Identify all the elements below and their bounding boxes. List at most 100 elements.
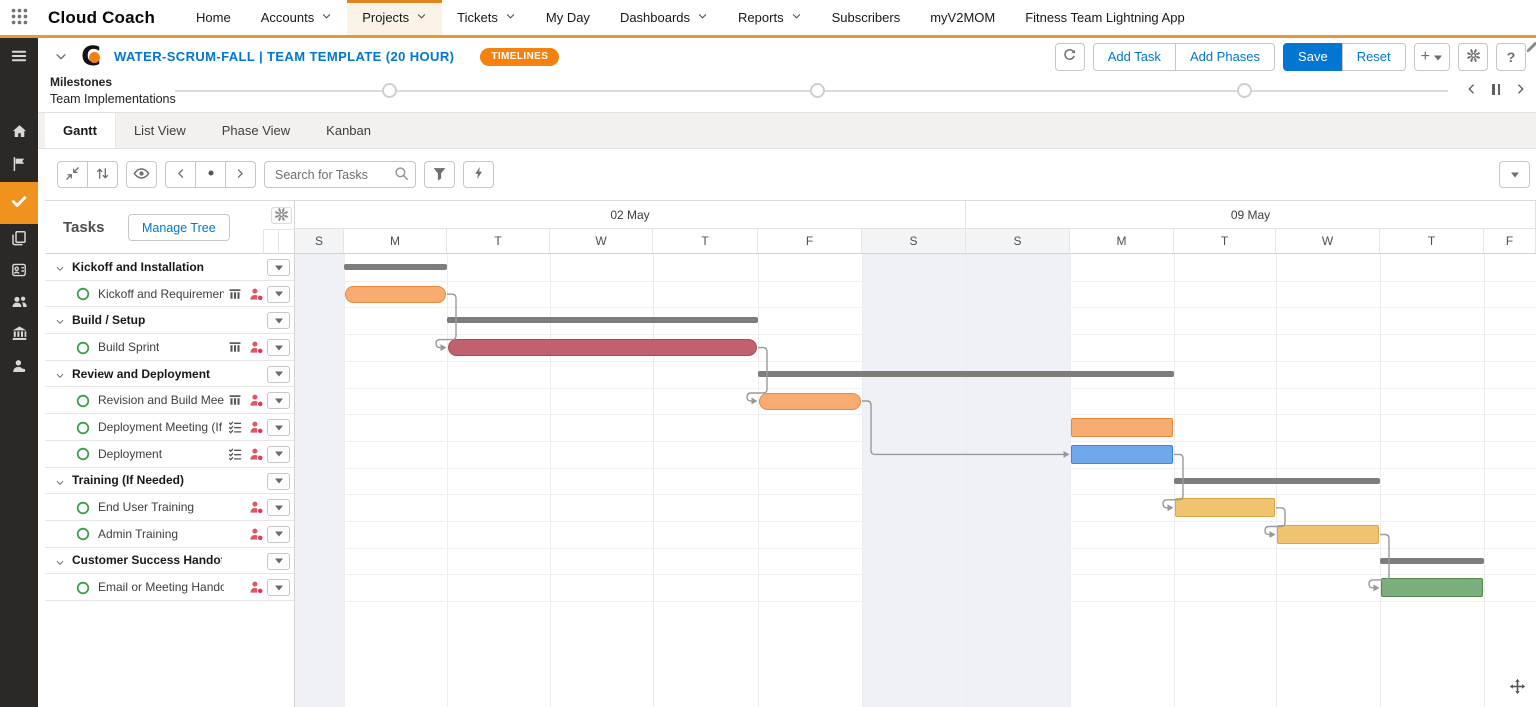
row-dropdown-button[interactable] — [267, 312, 290, 330]
sidebar-item-copy[interactable] — [0, 224, 38, 256]
sidebar-item-home[interactable] — [0, 118, 38, 150]
gantt-task-bar-email-or-meeting-handoff[interactable] — [1381, 578, 1483, 598]
milestone-marker-1[interactable] — [381, 83, 397, 98]
gantt-phase-bar-build-setup[interactable] — [447, 317, 758, 324]
add-task-button[interactable]: Add Task — [1092, 42, 1176, 71]
gantt-task-bar-deployment[interactable] — [1071, 444, 1173, 464]
nav-item-tickets[interactable]: Tickets — [442, 0, 531, 35]
pan-move-icon[interactable] — [1509, 678, 1526, 700]
task-row-kickoff-and-requirements-me[interactable]: Kickoff and Requirements Me... — [45, 281, 294, 308]
nav-item-fitness-team-lightning-app[interactable]: Fitness Team Lightning App — [1010, 0, 1199, 35]
task-status-circle[interactable] — [76, 421, 90, 438]
tree-settings-gear-button[interactable] — [271, 207, 292, 224]
refresh-button[interactable] — [1054, 42, 1085, 71]
nav-item-projects[interactable]: Projects — [347, 0, 443, 35]
row-dropdown-button[interactable] — [267, 259, 290, 276]
phase-row-customer-success-handoff[interactable]: Customer Success Handoff — [45, 548, 294, 575]
task-status-circle[interactable] — [76, 501, 90, 518]
phase-row-kickoff-and-installation[interactable]: Kickoff and Installation — [45, 254, 294, 281]
sidebar-item-bank[interactable] — [0, 320, 38, 352]
sidebar-item-check[interactable] — [0, 182, 38, 224]
row-dropdown-button[interactable] — [267, 392, 290, 410]
add-menu-button[interactable]: + — [1413, 42, 1450, 71]
tab-phase-view[interactable]: Phase View — [204, 113, 308, 148]
reset-button[interactable]: Reset — [1341, 42, 1406, 71]
help-button[interactable]: ? — [1496, 42, 1526, 71]
expand-caret-icon[interactable] — [55, 477, 65, 491]
gantt-task-bar-build-sprint[interactable] — [448, 339, 757, 357]
task-row-end-user-training[interactable]: End User Training — [45, 494, 294, 521]
gantt-phase-bar-review-and-deployment[interactable] — [758, 370, 1174, 377]
gantt-task-bar-deployment-meeting-if-nee[interactable] — [1071, 418, 1173, 438]
task-status-circle[interactable] — [76, 287, 90, 304]
gantt-task-bar-kickoff-and-requirements-me[interactable] — [345, 285, 446, 303]
row-dropdown-button[interactable] — [267, 499, 290, 517]
save-button[interactable]: Save — [1283, 42, 1343, 71]
expand-caret-icon[interactable] — [55, 263, 65, 277]
task-status-circle[interactable] — [76, 581, 90, 598]
nav-item-accounts[interactable]: Accounts — [246, 0, 347, 35]
filter-button[interactable] — [424, 161, 455, 188]
row-dropdown-button[interactable] — [267, 525, 290, 543]
sidebar-item-menu[interactable] — [0, 38, 38, 78]
project-title-link[interactable]: WATER-SCRUM-FALL | TEAM TEMPLATE (20 HOU… — [114, 49, 454, 64]
task-row-build-sprint[interactable]: Build Sprint — [45, 334, 294, 361]
gantt-task-bar-admin-training[interactable] — [1277, 525, 1379, 544]
expand-caret-icon[interactable] — [55, 370, 65, 384]
sidebar-item-board[interactable] — [0, 256, 38, 288]
expand-caret-icon[interactable] — [55, 316, 65, 330]
tab-gantt[interactable]: Gantt — [45, 113, 116, 148]
expand-order-button[interactable] — [87, 161, 118, 188]
toolbar-more-dropdown[interactable] — [1499, 161, 1530, 188]
nav-item-dashboards[interactable]: Dashboards — [605, 0, 723, 35]
focus-today-button[interactable] — [195, 161, 226, 188]
row-dropdown-button[interactable] — [267, 365, 290, 383]
nav-item-reports[interactable]: Reports — [723, 0, 817, 35]
visibility-eye-button[interactable] — [126, 161, 157, 188]
gantt-phase-bar-training-if-needed[interactable] — [1174, 477, 1380, 484]
add-phases-button[interactable]: Add Phases — [1174, 42, 1276, 71]
task-row-revision-and-build-meeting[interactable]: Revision and Build Meeting — [45, 387, 294, 415]
gantt-phase-bar-kickoff-and-installation[interactable] — [344, 264, 447, 270]
scroll-left-button[interactable] — [165, 161, 196, 188]
nav-item-home[interactable]: Home — [181, 0, 246, 35]
row-dropdown-button[interactable] — [267, 552, 290, 570]
nav-item-myv2mom[interactable]: myV2MOM — [915, 0, 1010, 35]
gantt-task-bar-end-user-training[interactable] — [1175, 498, 1275, 518]
nav-item-subscribers[interactable]: Subscribers — [817, 0, 916, 35]
expand-caret-icon[interactable] — [55, 557, 65, 571]
nav-item-my-day[interactable]: My Day — [531, 0, 605, 35]
task-status-circle[interactable] — [76, 341, 90, 358]
tab-kanban[interactable]: Kanban — [308, 113, 389, 148]
task-status-circle[interactable] — [76, 527, 90, 544]
task-row-deployment-meeting-if-nee[interactable]: Deployment Meeting (If Nee... — [45, 414, 294, 441]
row-dropdown-button[interactable] — [267, 445, 290, 463]
task-status-circle[interactable] — [76, 447, 90, 464]
row-dropdown-button[interactable] — [267, 472, 290, 490]
gantt-task-bar-revision-and-build-meeting[interactable] — [759, 392, 861, 410]
sidebar-item-flag[interactable] — [0, 150, 38, 182]
scroll-right-button[interactable] — [225, 161, 256, 188]
collapse-all-button[interactable] — [57, 161, 88, 188]
edit-pencil-icon[interactable] — [1525, 40, 1536, 59]
phase-row-build-setup[interactable]: Build / Setup — [45, 307, 294, 335]
app-launcher-button[interactable] — [0, 0, 38, 35]
tab-list-view[interactable]: List View — [116, 113, 204, 148]
row-dropdown-button[interactable] — [267, 419, 290, 437]
task-row-admin-training[interactable]: Admin Training — [45, 521, 294, 548]
milestone-prev-button[interactable] — [1464, 82, 1478, 96]
settings-gear-button[interactable] — [1458, 42, 1488, 71]
task-status-circle[interactable] — [76, 394, 90, 411]
row-dropdown-button[interactable] — [267, 339, 290, 357]
sidebar-item-person[interactable] — [0, 352, 38, 384]
critical-path-button[interactable] — [463, 161, 494, 188]
task-row-email-or-meeting-handoff[interactable]: Email or Meeting Handoff — [45, 574, 294, 601]
gantt-phase-bar-customer-success-handoff[interactable] — [1380, 557, 1484, 564]
sidebar-item-users[interactable] — [0, 288, 38, 320]
manage-tree-button[interactable]: Manage Tree — [128, 214, 230, 241]
milestone-pause-button[interactable] — [1492, 83, 1500, 95]
phase-row-review-and-deployment[interactable]: Review and Deployment — [45, 361, 294, 388]
row-dropdown-button[interactable] — [267, 579, 290, 597]
header-collapse-chevron-icon[interactable] — [50, 50, 72, 64]
task-row-deployment[interactable]: Deployment — [45, 441, 294, 468]
